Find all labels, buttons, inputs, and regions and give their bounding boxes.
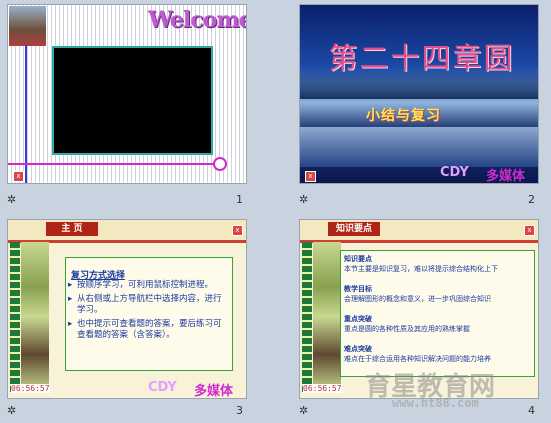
film-strip (10, 242, 20, 392)
welcome-title: Welcome (148, 7, 247, 33)
item-text: 本节主要是知识复习，难以将提示综合结构化上下 (344, 265, 498, 273)
water-reflection (300, 127, 538, 167)
bullet-list: 按顺序学习，可利用鼠标控制进程。 从右侧或上方导航栏中选择内容，进行学习。 也中… (68, 280, 228, 344)
horizontal-line (8, 163, 218, 165)
brand-cn: 多媒体 (486, 169, 526, 184)
item-text: 重点是圆的各种性质及其应用的熟练掌握 (344, 325, 470, 333)
home-tab: 主 页 (46, 222, 98, 236)
brand-cn: 多媒体 (194, 384, 234, 399)
watermark-url: www.ht88.com (392, 396, 479, 410)
slide-thumbnail-1[interactable]: Welcome x (7, 4, 247, 184)
thumbnail-pictures (21, 242, 49, 392)
clock-readout: 06:56:57 (303, 384, 342, 393)
line-knob (213, 157, 227, 171)
transition-star-icon: ✲ (7, 404, 17, 417)
slide-close-icon: x (524, 225, 535, 236)
slide-close-icon: x (232, 225, 243, 236)
transition-star-icon: ✲ (299, 193, 309, 206)
slide-thumbnail-2[interactable]: 第二十四章圆 小结与复习 x CDY 多媒体 (299, 4, 539, 184)
top-bar (8, 220, 246, 243)
item-text: 会理解图形的概念和意义，进一步巩固综合知识 (344, 295, 491, 303)
item-heading: 难点突破 (344, 345, 372, 353)
slide-number: 4 (528, 404, 535, 417)
slide-subtitle: 小结与复习 (366, 108, 441, 124)
film-strip (302, 242, 312, 392)
video-screen (52, 46, 213, 155)
slide-close-icon: x (305, 171, 316, 182)
list-item: 按顺序学习，可利用鼠标控制进程。 (68, 280, 228, 291)
slide-number: 2 (528, 193, 535, 206)
slide-thumbnail-3[interactable]: 主 页 x 复习方式选择 按顺序学习，可利用鼠标控制进程。 从右侧或上方导航栏中… (7, 219, 247, 399)
thumbnail-pictures (313, 242, 341, 392)
transition-star-icon: ✲ (7, 193, 17, 206)
slide-number: 1 (236, 193, 243, 206)
key-points-tab: 知识要点 (328, 222, 380, 236)
clock-readout: 06:56:57 (11, 384, 50, 393)
slide-number: 3 (236, 404, 243, 417)
portrait-photo (9, 6, 46, 46)
slide-title: 第二十四章圆 (328, 41, 515, 75)
item-text: 难点在于综合运用各种知识解决问题的能力培养 (344, 355, 491, 363)
list-item: 从右侧或上方导航栏中选择内容，进行学习。 (68, 294, 228, 316)
item-heading: 重点突破 (344, 315, 372, 323)
item-heading: 教学目标 (344, 285, 372, 293)
slide-close-icon: x (13, 171, 24, 182)
list-item: 也中提示可查看题的答案，要后练习可查看题的答案（含答案）。 (68, 319, 228, 341)
brand-latin: CDY (148, 380, 177, 395)
transition-star-icon: ✲ (299, 404, 309, 417)
brand-latin: CDY (440, 165, 469, 180)
item-heading: 知识要点 (344, 255, 372, 263)
